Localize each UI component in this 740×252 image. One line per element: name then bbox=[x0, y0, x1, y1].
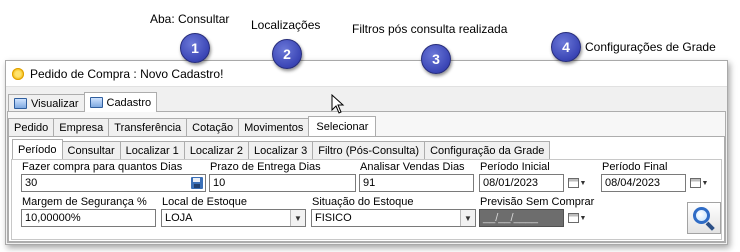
periodo-form: Fazer compra para quantos Dias 30 Prazo … bbox=[11, 159, 722, 240]
tab-label: Localizar 1 bbox=[125, 144, 179, 157]
analisar-input[interactable]: 91 bbox=[359, 174, 474, 192]
app-window: Pedido de Compra : Novo Cadastro! Visual… bbox=[5, 60, 728, 245]
cadastro-panel: Pedido Empresa Transferência Cotação Mov… bbox=[7, 111, 726, 243]
margem-input[interactable]: 10,00000% bbox=[21, 209, 156, 227]
tab-localizar-3[interactable]: Localizar 3 bbox=[248, 141, 314, 159]
periodo-final-input[interactable]: 08/04/2023 bbox=[601, 174, 686, 192]
window-title: Pedido de Compra : Novo Cadastro! bbox=[30, 66, 224, 81]
callout-badge-3: 3 bbox=[421, 44, 451, 74]
tab-movimentos[interactable]: Movimentos bbox=[238, 118, 310, 136]
dias-input[interactable]: 30 bbox=[21, 174, 206, 192]
tab-configuracao-grade[interactable]: Configuração da Grade bbox=[424, 141, 551, 159]
tab-cadastro-label: Cadastro bbox=[106, 96, 152, 109]
periodo-inicial-label: Período Inicial bbox=[480, 161, 550, 173]
tab-label: Selecionar bbox=[316, 120, 369, 133]
dropdown-arrow-icon: ▼ bbox=[701, 179, 709, 187]
tab-label: Cotação bbox=[192, 121, 234, 134]
dias-label: Fazer compra para quantos Dias bbox=[22, 161, 183, 173]
tab-cotacao[interactable]: Cotação bbox=[186, 118, 240, 136]
tab-localizar-1[interactable]: Localizar 1 bbox=[119, 141, 185, 159]
tab-label: Movimentos bbox=[244, 121, 304, 134]
margem-label: Margem de Segurança % bbox=[22, 196, 147, 208]
tab-selecionar[interactable]: Selecionar bbox=[308, 116, 377, 136]
window-icon bbox=[14, 98, 27, 109]
margem-value: 10,00000% bbox=[25, 212, 81, 224]
callout-badge-2: 2 bbox=[272, 39, 302, 69]
tab-label: Localizar 3 bbox=[254, 144, 308, 157]
callout-badge-1: 1 bbox=[180, 33, 210, 63]
mouse-cursor-icon bbox=[331, 94, 345, 114]
callout-badge-4: 4 bbox=[551, 32, 581, 62]
situacao-value: FISICO bbox=[315, 212, 352, 224]
tab-consultar[interactable]: Consultar bbox=[61, 141, 121, 159]
situacao-select[interactable]: FISICO ▼ bbox=[311, 209, 476, 227]
prazo-input[interactable]: 10 bbox=[209, 174, 356, 192]
tab-empresa[interactable]: Empresa bbox=[53, 118, 110, 136]
tab-label: Empresa bbox=[59, 121, 104, 134]
search-button[interactable] bbox=[687, 202, 721, 234]
tab-transferencia[interactable]: Transferência bbox=[108, 118, 188, 136]
tab-visualizar-label: Visualizar bbox=[31, 97, 79, 110]
previsao-value: __/__/____ bbox=[483, 212, 539, 224]
tab-label: Transferência bbox=[114, 121, 182, 134]
tab-cadastro[interactable]: Cadastro bbox=[83, 92, 158, 112]
analisar-value: 91 bbox=[363, 177, 376, 189]
tab-label: Pedido bbox=[14, 121, 49, 134]
previsao-input: __/__/____ bbox=[479, 209, 564, 227]
tab-pedido[interactable]: Pedido bbox=[8, 118, 55, 136]
calendar-icon bbox=[567, 213, 579, 223]
periodo-final-calendar-button[interactable]: ▼ bbox=[689, 174, 709, 192]
search-icon bbox=[693, 207, 715, 231]
top-tab-strip: Visualizar Cadastro bbox=[8, 92, 158, 112]
title-bar: Pedido de Compra : Novo Cadastro! bbox=[6, 61, 727, 87]
local-value: LOJA bbox=[165, 212, 193, 224]
tab-periodo[interactable]: Período bbox=[12, 139, 63, 159]
local-select[interactable]: LOJA ▼ bbox=[161, 209, 306, 227]
periodo-inicial-value: 08/01/2023 bbox=[483, 177, 539, 189]
prazo-value: 10 bbox=[213, 177, 226, 189]
tab-label: Período bbox=[18, 143, 57, 156]
prazo-label: Prazo de Entrega Dias bbox=[210, 161, 321, 173]
periodo-final-label: Período Final bbox=[602, 161, 668, 173]
periodo-inicial-calendar-button[interactable]: ▼ bbox=[567, 174, 587, 192]
tab-filtro-pos-consulta[interactable]: Filtro (Pós-Consulta) bbox=[312, 141, 426, 159]
third-tab-strip: Período Consultar Localizar 1 Localizar … bbox=[12, 139, 551, 159]
second-tab-strip: Pedido Empresa Transferência Cotação Mov… bbox=[8, 116, 377, 136]
previsao-calendar-button[interactable]: ▼ bbox=[567, 209, 587, 227]
situacao-label: Situação do Estoque bbox=[312, 196, 414, 208]
callout-label-2: Localizações bbox=[251, 18, 321, 32]
previsao-label: Previsão Sem Comprar bbox=[480, 196, 595, 208]
periodo-final-value: 08/04/2023 bbox=[605, 177, 661, 189]
chevron-down-icon: ▼ bbox=[290, 210, 305, 226]
sun-icon bbox=[12, 67, 24, 80]
callout-label-1: Aba: Consultar bbox=[150, 12, 230, 26]
calendar-icon bbox=[567, 178, 579, 188]
analisar-label: Analisar Vendas Dias bbox=[360, 161, 465, 173]
dias-value: 30 bbox=[25, 177, 38, 189]
chevron-down-icon: ▼ bbox=[460, 210, 475, 226]
tab-label: Filtro (Pós-Consulta) bbox=[318, 144, 420, 157]
window-icon bbox=[89, 97, 103, 108]
dropdown-arrow-icon: ▼ bbox=[579, 179, 587, 187]
tab-label: Localizar 2 bbox=[189, 144, 244, 157]
callout-label-3: Filtros pós consulta realizada bbox=[352, 22, 508, 36]
tab-visualizar[interactable]: Visualizar bbox=[8, 94, 85, 112]
tab-label: Consultar bbox=[67, 144, 115, 157]
tab-localizar-2[interactable]: Localizar 2 bbox=[183, 141, 250, 159]
save-icon[interactable] bbox=[191, 177, 203, 189]
callout-label-4: Configurações de Grade bbox=[585, 40, 716, 54]
dropdown-arrow-icon: ▼ bbox=[579, 214, 587, 222]
local-label: Local de Estoque bbox=[162, 196, 248, 208]
selecionar-panel: Período Consultar Localizar 1 Localizar … bbox=[8, 136, 725, 242]
tab-label: Configuração da Grade bbox=[430, 144, 545, 157]
periodo-inicial-input[interactable]: 08/01/2023 bbox=[479, 174, 564, 192]
calendar-icon bbox=[689, 178, 701, 188]
